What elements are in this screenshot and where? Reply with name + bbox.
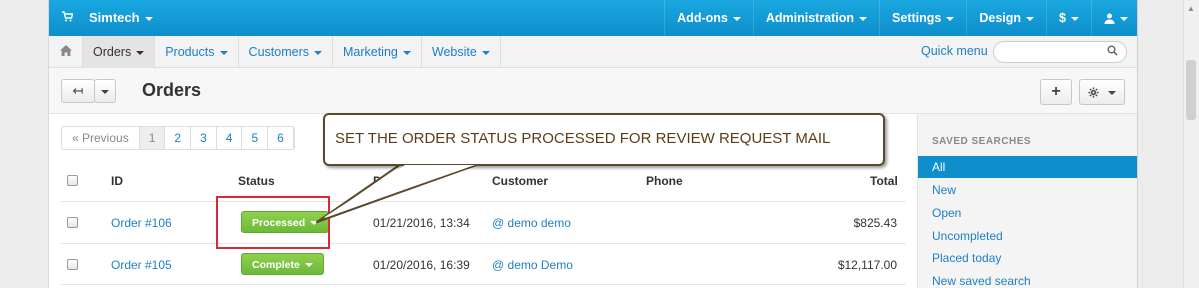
saved-search-new[interactable]: New bbox=[918, 179, 1137, 201]
back-menu-button[interactable] bbox=[94, 79, 116, 103]
chevron-down-icon bbox=[1120, 16, 1128, 21]
saved-searches-sidebar: SAVED SEARCHES All New Open Uncompleted … bbox=[917, 114, 1137, 288]
annotation-text: SET THE ORDER STATUS PROCESSED FOR REVIE… bbox=[335, 130, 831, 147]
row-divider bbox=[61, 243, 906, 244]
gear-icon bbox=[1088, 85, 1102, 99]
menu-settings[interactable]: Settings bbox=[879, 0, 966, 36]
column-total[interactable]: Total bbox=[870, 174, 898, 188]
tab-products[interactable]: Products bbox=[155, 36, 239, 68]
tab-orders[interactable]: Orders bbox=[83, 36, 156, 68]
order-id-link[interactable]: Order #105 bbox=[111, 258, 172, 272]
menu-administration[interactable]: Administration bbox=[752, 0, 879, 36]
chevron-down-icon bbox=[313, 50, 322, 55]
customer-link[interactable]: @ demo demo bbox=[492, 216, 571, 230]
chevron-down-icon bbox=[481, 50, 490, 55]
page-3[interactable]: 3 bbox=[191, 127, 217, 149]
page-4[interactable]: 4 bbox=[217, 127, 243, 149]
scrollbar[interactable] bbox=[1183, 0, 1199, 288]
chevron-down-icon bbox=[136, 50, 145, 55]
page-1[interactable]: 1 bbox=[139, 127, 166, 149]
header-divider bbox=[61, 201, 906, 202]
chevron-down-icon bbox=[144, 16, 153, 21]
home-icon[interactable] bbox=[49, 36, 83, 68]
store-name: Simtech bbox=[89, 10, 140, 25]
menu-user[interactable] bbox=[1091, 0, 1137, 36]
select-all-checkbox[interactable] bbox=[67, 175, 78, 186]
page-left-margin bbox=[0, 0, 49, 288]
chevron-down-icon bbox=[101, 89, 109, 94]
quick-menu-link[interactable]: Quick menu bbox=[921, 44, 988, 58]
tab-marketing[interactable]: Marketing bbox=[333, 36, 422, 68]
chevron-down-icon bbox=[859, 16, 868, 21]
saved-search-placed-today[interactable]: Placed today bbox=[918, 247, 1137, 269]
scroll-up-arrow-icon[interactable]: ▲ bbox=[1187, 4, 1195, 13]
tab-website[interactable]: Website bbox=[422, 36, 501, 68]
chevron-down-icon bbox=[732, 16, 741, 21]
chevron-down-icon bbox=[219, 50, 228, 55]
page-5[interactable]: 5 bbox=[242, 127, 269, 149]
sidebar-title: SAVED SEARCHES bbox=[932, 136, 1032, 147]
chevron-down-icon bbox=[1107, 90, 1116, 95]
cart-icon[interactable] bbox=[61, 10, 74, 25]
page-header: ↤ Orders + bbox=[49, 68, 1137, 114]
scroll-thumb[interactable] bbox=[1186, 60, 1196, 120]
saved-search-all[interactable]: All bbox=[918, 156, 1137, 178]
add-order-button[interactable]: + bbox=[1040, 79, 1072, 105]
new-saved-search-link[interactable]: New saved search bbox=[918, 270, 1137, 288]
saved-search-uncompleted[interactable]: Uncompleted bbox=[918, 225, 1137, 247]
chevron-down-icon bbox=[304, 263, 313, 268]
column-date[interactable]: D bbox=[373, 174, 382, 188]
tab-customers[interactable]: Customers bbox=[239, 36, 333, 68]
highlight-box bbox=[216, 196, 330, 249]
menu-currency[interactable]: $ bbox=[1046, 0, 1091, 36]
search-input[interactable] bbox=[993, 41, 1127, 63]
main-nav: Orders Products Customers Marketing Webs… bbox=[49, 36, 1137, 68]
user-icon bbox=[1104, 11, 1115, 25]
menu-add-ons[interactable]: Add-ons bbox=[664, 0, 753, 36]
column-id[interactable]: ID bbox=[111, 174, 123, 188]
previous-page-button[interactable]: « Previous bbox=[62, 127, 140, 149]
column-status[interactable]: Status bbox=[238, 174, 275, 188]
back-button[interactable]: ↤ bbox=[61, 79, 95, 103]
row-checkbox[interactable] bbox=[67, 259, 78, 270]
chevron-down-icon bbox=[1026, 16, 1035, 21]
order-date: 01/21/2016, 13:34 bbox=[373, 216, 470, 230]
menu-design[interactable]: Design bbox=[966, 0, 1046, 36]
order-date: 01/20/2016, 16:39 bbox=[373, 258, 470, 272]
page-title: Orders bbox=[142, 80, 202, 100]
row-checkbox[interactable] bbox=[67, 217, 78, 228]
customer-link[interactable]: @ demo Demo bbox=[492, 258, 573, 272]
column-customer[interactable]: Customer bbox=[492, 174, 548, 188]
row-divider bbox=[61, 284, 906, 285]
chevron-down-icon bbox=[946, 16, 955, 21]
saved-search-open[interactable]: Open bbox=[918, 202, 1137, 224]
settings-button[interactable] bbox=[1079, 79, 1125, 105]
admin-panel: Simtech Add-ons Administration Settings … bbox=[49, 0, 1137, 288]
status-dropdown[interactable]: Complete bbox=[241, 253, 324, 275]
search-icon[interactable] bbox=[1107, 45, 1118, 59]
chevron-down-icon bbox=[1071, 16, 1079, 21]
top-menu: Add-ons Administration Settings Design $ bbox=[664, 0, 1137, 36]
pagination: « Previous 1 2 3 4 5 6 bbox=[61, 126, 295, 150]
chevron-down-icon bbox=[402, 50, 411, 55]
order-total: $825.43 bbox=[853, 216, 897, 230]
order-total: $12,117.00 bbox=[837, 258, 897, 272]
page-2[interactable]: 2 bbox=[165, 127, 192, 149]
store-selector[interactable]: Simtech bbox=[89, 10, 153, 25]
order-id-link[interactable]: Order #106 bbox=[111, 216, 172, 230]
top-bar: Simtech Add-ons Administration Settings … bbox=[49, 0, 1137, 36]
page-6[interactable]: 6 bbox=[268, 127, 294, 149]
column-phone[interactable]: Phone bbox=[646, 174, 683, 188]
annotation-callout: SET THE ORDER STATUS PROCESSED FOR REVIE… bbox=[323, 113, 885, 166]
